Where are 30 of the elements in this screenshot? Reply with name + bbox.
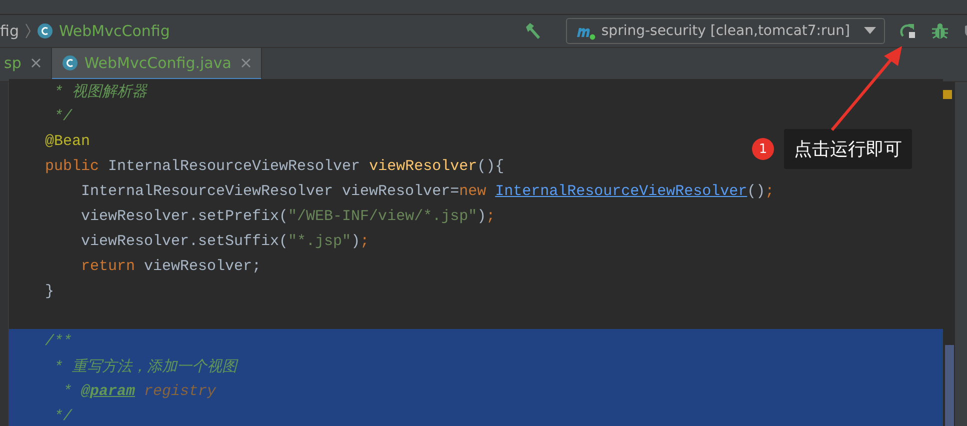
code-line: /** — [45, 333, 72, 350]
code-line: return viewResolver; — [80, 258, 262, 275]
class-icon — [62, 55, 78, 71]
class-icon — [36, 23, 53, 39]
code-line: viewResolver.setSuffix("*.jsp"); — [80, 233, 370, 250]
code-line: InternalResourceViewResolver viewResolver=new InternalResourceViewResolver(); — [80, 183, 774, 200]
hammer-icon[interactable] — [524, 22, 542, 40]
code-line: public InternalResourceViewResolver viewResolver(){ — [45, 158, 504, 175]
code-line: viewResolver.setPrefix("/WEB-INF/view/*.jsp"); — [80, 208, 496, 225]
run-configuration-dropdown[interactable]: spring-security [clean,tomcat7:run] — [566, 18, 885, 44]
code-line: */ — [53, 108, 72, 125]
close-icon[interactable] — [241, 58, 252, 68]
rerun-icon[interactable] — [899, 22, 917, 40]
close-icon[interactable] — [31, 58, 42, 68]
warning-marker — [943, 90, 952, 99]
code-line: @Bean — [45, 133, 90, 150]
chevron-icon — [24, 23, 31, 39]
code-line: * 重写方法，添加一个视图 — [53, 357, 238, 376]
code-line: * 视图解析器 — [53, 82, 148, 101]
breadcrumb[interactable]: fig — [0, 22, 19, 40]
breadcrumb[interactable]: WebMvcConfig — [36, 22, 170, 40]
code-line: } — [45, 283, 54, 300]
editor-tab[interactable]: WebMvcConfig.java — [52, 48, 262, 81]
tooltip: 点击运行即可 — [784, 129, 912, 169]
scrollbar-thumb[interactable] — [945, 345, 954, 426]
bug-icon[interactable] — [931, 22, 949, 40]
code-link[interactable]: InternalResourceViewResolver — [495, 183, 748, 200]
code-line: * @param registry — [62, 383, 216, 400]
code-line: */ — [53, 408, 72, 425]
caret-icon — [864, 27, 876, 35]
